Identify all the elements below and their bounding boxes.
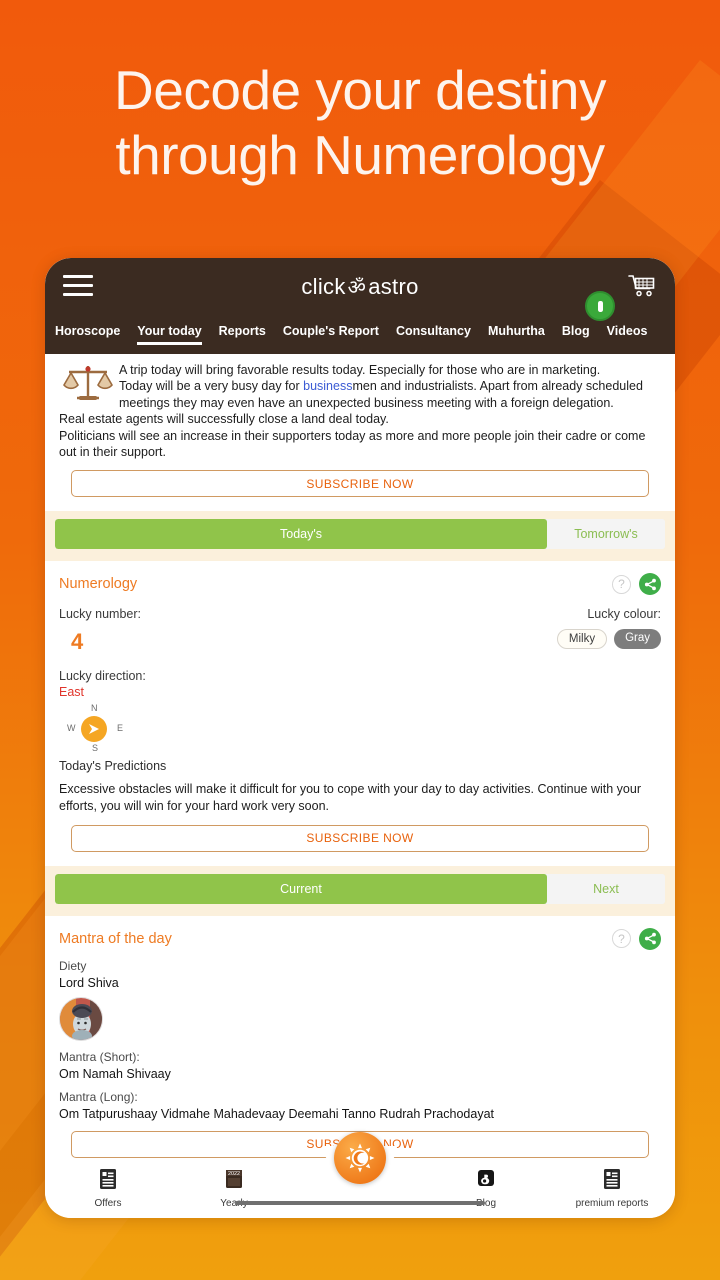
bottom-navigation-bar: Offers 2022 Yearly Blog premium reports [45,1132,675,1218]
mantra-short-value: Om Namah Shivaay [59,1066,171,1081]
app-logo[interactable]: click ॐastro [45,273,675,300]
compass-label-north: N [91,703,98,714]
lucky-colour-chip-milky: Milky [556,629,608,650]
compass-arrow-east-icon [81,716,107,743]
lucky-number-label: Lucky number: [59,607,141,622]
app-nav-tabs: Horoscope Your today Reports Couple's Re… [45,316,675,354]
nav-tab-your-today[interactable]: Your today [137,324,203,347]
app-scroll-body[interactable]: A trip today will bring favorable result… [45,354,675,1218]
numerology-header: Numerology ? [59,569,661,596]
brand-text-left: click [301,274,346,299]
nav-tab-muhurtha[interactable]: Muhurtha [488,324,545,347]
reports-list-icon [602,1168,622,1190]
numerology-toggle-next[interactable]: Next [547,873,665,904]
horoscope-line-3: meetings they may even have an unexpecte… [119,395,614,410]
nav-tab-couples-report[interactable]: Couple's Report [283,324,379,347]
horoscope-line-5: Politicians will see an increase in thei… [59,428,646,459]
compass-label-west: W [67,723,76,734]
mantra-header: Mantra of the day ? [59,924,661,950]
question-mark-icon[interactable]: ? [612,574,631,594]
svg-text:2022: 2022 [228,1171,240,1177]
bottom-nav-label-offers: Offers [94,1197,122,1209]
numerology-subscribe-button[interactable]: SUBSCRIBE NOW [71,824,649,852]
compass-widget: N S W E [67,703,123,753]
horoscope-toggle-tomorrow[interactable]: Tomorrow's [547,519,665,550]
horoscope-toggle-today[interactable]: Today's [55,519,547,550]
lucky-colour-chip-gray: Gray [614,629,661,650]
blogger-b-icon [476,1168,496,1190]
home-indicator[interactable] [235,1201,485,1205]
mantra-long-value: Om Tatpurushaay Vidmahe Mahadevaay Deema… [59,1106,494,1121]
nav-tab-videos[interactable]: Videos [607,324,648,347]
horoscope-card: A trip today will bring favorable result… [45,354,675,512]
lucky-colour-block: Lucky colour: Milky Gray [556,607,661,655]
offers-list-icon [98,1168,118,1190]
section-divider-2 [45,903,675,916]
numerology-title: Numerology [59,576,138,593]
share-icon[interactable] [639,927,661,950]
horoscope-content: A trip today will bring favorable result… [59,362,661,460]
mantra-title: Mantra of the day [59,930,172,947]
phone-mockup: click ॐastro Horoscope Your today Reports… [45,258,675,1218]
lucky-colour-chips: Milky Gray [556,629,661,650]
numerology-predictions-text: Excessive obstacles will make it difficu… [59,782,641,813]
lord-shiva-portrait [59,996,103,1041]
horoscope-subscribe-button[interactable]: SUBSCRIBE NOW [71,470,649,498]
horoscope-line-2a: Today will be a very busy day for [119,379,304,394]
mantra-short-label: Mantra (Short): [59,1049,140,1064]
libra-scales-icon [61,360,115,404]
sun-moon-icon[interactable] [334,1132,386,1184]
horoscope-line-4: Real estate agents will successfully clo… [59,412,389,427]
promo-headline-line-2: through Numerology [115,123,605,186]
bottom-nav-label-premium-reports: premium reports [575,1197,649,1209]
om-symbol-icon: ॐ [347,277,367,299]
mantra-long-label: Mantra (Long): [59,1089,138,1104]
compass-label-south: S [92,743,99,754]
shopping-cart-icon[interactable] [627,272,657,302]
brand-text-right: astro [368,274,419,299]
numerology-lucky-row: Lucky number: 4 Lucky colour: Milky Gray [59,607,661,655]
nav-tab-reports[interactable]: Reports [219,324,266,347]
horoscope-day-toggle: Today's Tomorrow's [55,519,665,550]
calendar-icon: 2022 [224,1168,244,1190]
numerology-toggle: Current Next [55,873,665,904]
offer-badge-icon[interactable] [585,291,615,321]
horoscope-line-2: Today will be a very busy day for busine… [59,378,661,394]
bottom-nav-item-offers[interactable]: Offers [45,1168,171,1209]
lucky-direction-block: Lucky direction: East N S W E [59,669,661,753]
horoscope-text: A trip today will bring favorable result… [59,362,661,460]
bottom-nav-wrapper: Offers 2022 Yearly Blog premium reports [45,1132,675,1218]
question-mark-icon[interactable]: ? [612,929,631,948]
badge-glyph [597,300,603,312]
nav-tab-blog[interactable]: Blog [562,324,590,347]
lucky-number-block: Lucky number: 4 [59,607,557,655]
lucky-direction-value: East [59,685,85,700]
share-icon[interactable] [639,573,661,596]
lucky-colour-label: Lucky colour: [587,607,661,622]
promo-headline-line-1: Decode your destiny [114,59,606,121]
bottom-nav-item-premium-reports[interactable]: premium reports [549,1168,675,1209]
horoscope-line-2b: men and industrialists. Apart from alrea… [352,379,643,394]
numerology-predictions-title: Today's Predictions [59,759,167,774]
app-header: click ॐastro [45,258,675,321]
promo-headline: Decode your destiny through Numerology [0,58,720,188]
horoscope-line-1: A trip today will bring favorable result… [119,363,601,377]
lucky-number-value: 4 [71,629,84,655]
horoscope-business-link[interactable]: business [303,379,352,393]
lucky-direction-label: Lucky direction: [59,669,146,684]
numerology-toggle-current[interactable]: Current [55,873,547,904]
deity-label: Diety [59,958,87,973]
nav-tab-horoscope[interactable]: Horoscope [55,324,120,347]
compass-label-east: E [116,723,123,734]
numerology-card: Numerology ? Lucky number: 4 Lucky colou… [45,561,675,866]
nav-tab-consultancy[interactable]: Consultancy [396,324,471,347]
section-divider-1 [45,549,675,562]
deity-value: Lord Shiva [59,975,119,990]
